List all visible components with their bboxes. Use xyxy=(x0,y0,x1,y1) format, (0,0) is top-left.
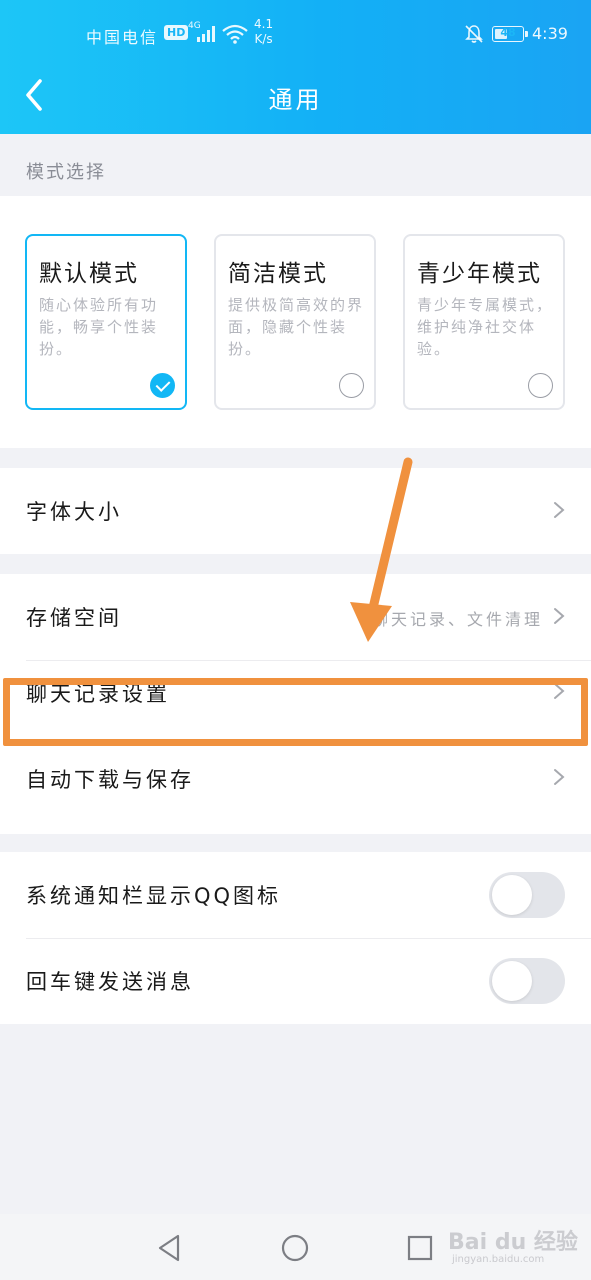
speed-value: 4.1 xyxy=(254,17,274,31)
radio-circle-icon xyxy=(528,373,553,398)
clock: 4:39 xyxy=(532,24,568,43)
mode-description: 青少年专属模式，维护纯净社交体验。 xyxy=(417,296,554,358)
nav-back-triangle-icon[interactable] xyxy=(150,1228,190,1268)
battery-icon: 48 xyxy=(492,26,524,42)
auto-download-label: 自动下载与保存 xyxy=(26,768,194,792)
mode-title: 青少年模式 xyxy=(417,261,542,287)
enter-send-toggle[interactable] xyxy=(489,958,565,1004)
battery-tip xyxy=(525,31,528,37)
chevron-right-icon xyxy=(554,769,565,785)
font-size-group: 字体大小 xyxy=(0,468,591,554)
auto-download-row[interactable]: 自动下载与保存 xyxy=(0,746,591,834)
notify-icon-label: 系统通知栏显示QQ图标 xyxy=(26,884,282,908)
hd-badge: HD xyxy=(164,25,189,40)
mode-card-simple[interactable]: 简洁模式 提供极简高效的界面，隐藏个性装扮。 xyxy=(214,234,376,410)
font-size-label: 字体大小 xyxy=(26,500,122,524)
battery-level: 48 xyxy=(500,26,516,39)
signal-icon xyxy=(197,26,215,42)
mode-description: 随心体验所有功能，畅享个性装扮。 xyxy=(39,296,159,358)
mode-section-label: 模式选择 xyxy=(26,162,106,183)
radio-circle-icon xyxy=(339,373,364,398)
storage-value: 聊天记录、文件清理 xyxy=(371,610,543,629)
mode-selection-panel: 默认模式 随心体验所有功能，畅享个性装扮。 简洁模式 提供极简高效的界面，隐藏个… xyxy=(0,196,591,448)
mode-title: 简洁模式 xyxy=(228,261,328,287)
notify-icon-row: 系统通知栏显示QQ图标 xyxy=(0,852,591,938)
mode-title: 默认模式 xyxy=(39,261,139,287)
font-size-row[interactable]: 字体大小 xyxy=(0,468,591,554)
nav-recents-square-icon[interactable] xyxy=(400,1228,440,1268)
toggle-group: 系统通知栏显示QQ图标 回车键发送消息 xyxy=(0,852,591,1024)
storage-label: 存储空间 xyxy=(26,606,122,630)
checkmark-circle-icon xyxy=(150,373,175,398)
page-title: 通用 xyxy=(268,86,323,114)
mode-card-default[interactable]: 默认模式 随心体验所有功能，畅享个性装扮。 xyxy=(25,234,187,410)
chevron-right-icon xyxy=(554,608,565,624)
storage-row[interactable]: 存储空间 聊天记录、文件清理 xyxy=(0,574,591,660)
notify-icon-toggle[interactable] xyxy=(489,872,565,918)
carrier-label: 中国电信 xyxy=(86,28,159,47)
mute-bell-icon xyxy=(465,25,483,43)
storage-group: 存储空间 聊天记录、文件清理 聊天记录设置 自动下载与保存 xyxy=(0,574,591,834)
mode-card-teen[interactable]: 青少年模式 青少年专属模式，维护纯净社交体验。 xyxy=(403,234,565,410)
system-nav-bar xyxy=(0,1214,591,1280)
speed-unit: K/s xyxy=(254,32,273,46)
enter-send-label: 回车键发送消息 xyxy=(26,970,194,994)
chevron-right-icon xyxy=(554,502,565,518)
toggle-knob xyxy=(492,875,532,915)
status-bar: 中国电信 HD 4G 4.1 K/s 48 4:39 xyxy=(0,0,591,64)
chat-record-label: 聊天记录设置 xyxy=(26,682,170,706)
wifi-icon xyxy=(222,24,248,44)
chat-record-settings-row[interactable]: 聊天记录设置 xyxy=(0,660,591,746)
toggle-knob xyxy=(492,961,532,1001)
mode-description: 提供极简高效的界面，隐藏个性装扮。 xyxy=(228,296,365,358)
chevron-right-icon xyxy=(554,683,565,699)
header-bar: 中国电信 HD 4G 4.1 K/s 48 4:39 通用 xyxy=(0,0,591,134)
network-speed: 4.1 K/s xyxy=(254,17,273,47)
enter-send-row: 回车键发送消息 xyxy=(0,938,591,1024)
nav-home-circle-icon[interactable] xyxy=(275,1228,315,1268)
